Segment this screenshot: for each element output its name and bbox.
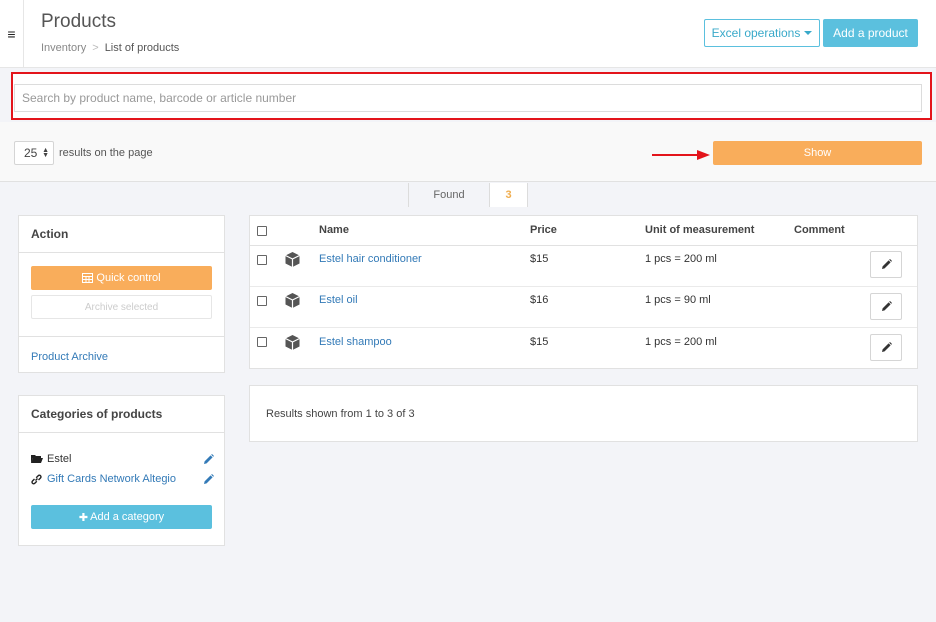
- category-label: Estel: [47, 453, 72, 465]
- product-name-link[interactable]: Estel hair conditioner: [319, 253, 422, 265]
- show-button[interactable]: Show: [713, 141, 922, 165]
- categories-panel: Categories of products Estel Gift Cards …: [18, 395, 225, 546]
- results-summary-panel: Results shown from 1 to 3 of 3: [249, 385, 918, 442]
- hamburger-menu-icon[interactable]: ≡: [0, 0, 24, 68]
- box-icon: [284, 251, 301, 271]
- categories-panel-title: Categories of products: [19, 396, 224, 433]
- quick-control-label: Quick control: [96, 272, 161, 284]
- product-unit: 1 pcs = 90 ml: [645, 294, 711, 306]
- add-category-button[interactable]: ✚ Add a category: [31, 505, 212, 529]
- results-summary: Results shown from 1 to 3 of 3: [266, 408, 415, 420]
- pencil-icon: [881, 342, 892, 352]
- product-price: $15: [530, 336, 549, 348]
- breadcrumb-separator: >: [92, 42, 99, 54]
- row-checkbox[interactable]: [257, 255, 267, 265]
- breadcrumb-inventory[interactable]: Inventory: [41, 42, 86, 54]
- calculator-icon: [82, 273, 94, 283]
- edit-product-button[interactable]: [870, 334, 902, 361]
- per-page-select[interactable]: 25 ▲ ▼: [14, 141, 54, 165]
- select-arrows-icon: ▲ ▼: [42, 147, 49, 159]
- category-label: Gift Cards Network Altegio: [47, 473, 176, 485]
- select-all-checkbox[interactable]: [257, 226, 267, 236]
- divider: [19, 336, 224, 337]
- column-header-comment: Comment: [794, 224, 845, 236]
- category-item-gift-cards[interactable]: Gift Cards Network Altegio: [31, 472, 214, 486]
- product-price: $16: [530, 294, 549, 306]
- add-product-button[interactable]: Add a product: [823, 19, 918, 47]
- table-row: Estel hair conditioner $15 1 pcs = 200 m…: [250, 246, 917, 287]
- page-title: Products: [41, 11, 116, 32]
- pencil-icon[interactable]: [202, 453, 214, 465]
- plus-icon: ✚: [78, 511, 89, 524]
- box-icon: [284, 292, 301, 312]
- action-panel: Action Quick control Archive selected Pr…: [18, 215, 225, 373]
- edit-product-button[interactable]: [870, 251, 902, 278]
- table-row: Estel oil $16 1 pcs = 90 ml: [250, 287, 917, 328]
- product-name-link[interactable]: Estel oil: [319, 294, 358, 306]
- product-price: $15: [530, 253, 549, 265]
- per-page-label: results on the page: [59, 147, 153, 159]
- product-name-link[interactable]: Estel shampoo: [319, 336, 392, 348]
- excel-operations-button[interactable]: Excel operations: [704, 19, 820, 47]
- category-item-estel[interactable]: Estel: [31, 452, 214, 466]
- per-page-value: 25: [24, 146, 38, 160]
- add-category-label: Add a category: [90, 511, 165, 523]
- found-count: 3: [489, 183, 528, 207]
- action-panel-title: Action: [19, 216, 224, 253]
- excel-operations-label: Excel operations: [711, 26, 801, 40]
- column-header-unit[interactable]: Unit of measurement: [645, 224, 754, 236]
- edit-product-button[interactable]: [870, 293, 902, 320]
- row-checkbox[interactable]: [257, 296, 267, 306]
- folder-open-icon: [31, 454, 43, 464]
- box-icon: [284, 334, 301, 354]
- breadcrumb-current: List of products: [104, 42, 180, 54]
- product-archive-link[interactable]: Product Archive: [31, 351, 108, 363]
- search-input[interactable]: [14, 84, 922, 112]
- column-header-price[interactable]: Price: [530, 224, 557, 236]
- red-arrow-icon: [652, 150, 710, 160]
- column-header-name[interactable]: Name: [319, 224, 349, 236]
- page-header: ≡ Products Inventory > List of products Ex…: [0, 0, 936, 68]
- caret-down-icon: [804, 31, 813, 35]
- found-tabs: Found 3: [408, 183, 528, 207]
- link-icon: [31, 474, 43, 485]
- table-row: Estel shampoo $15 1 pcs = 200 ml: [250, 328, 917, 369]
- pencil-icon: [881, 259, 892, 269]
- table-header: Name Price Unit of measurement Comment: [250, 216, 917, 246]
- product-unit: 1 pcs = 200 ml: [645, 253, 717, 265]
- breadcrumb: Inventory > List of products: [41, 42, 179, 54]
- row-checkbox[interactable]: [257, 337, 267, 347]
- pencil-icon: [881, 301, 892, 311]
- products-table: Name Price Unit of measurement Comment E…: [249, 215, 918, 369]
- found-label: Found: [408, 183, 489, 207]
- product-unit: 1 pcs = 200 ml: [645, 336, 717, 348]
- quick-control-button[interactable]: Quick control: [31, 266, 212, 290]
- pencil-icon[interactable]: [202, 473, 214, 485]
- archive-selected-button[interactable]: Archive selected: [31, 295, 212, 319]
